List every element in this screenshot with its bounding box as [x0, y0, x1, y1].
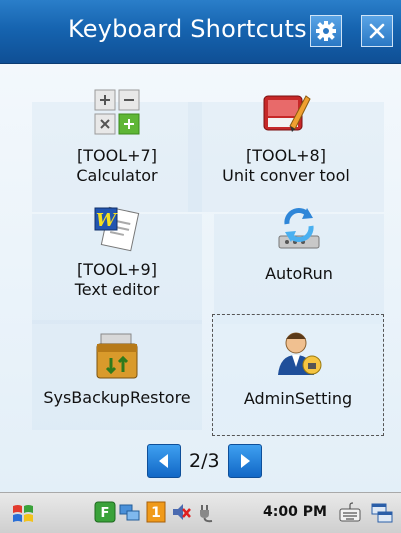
clock[interactable]: 4:00 PM [263, 504, 327, 520]
svg-text:W: W [96, 210, 118, 231]
unit-converter-icon [263, 95, 311, 132]
next-page-button[interactable] [227, 444, 262, 478]
keyboard-icon[interactable] [338, 501, 362, 525]
close-icon [369, 23, 385, 39]
shortcut-name-label: Unit conver tool [222, 166, 350, 185]
backup-restore-icon [96, 333, 138, 379]
one-app-icon[interactable]: 1 [146, 501, 166, 523]
svg-text:F: F [101, 506, 110, 521]
window-title: Keyboard Shortcuts [68, 15, 307, 43]
svg-text:1: 1 [151, 505, 161, 521]
autorun-icon [278, 208, 320, 249]
settings-button[interactable] [310, 15, 342, 47]
gear-icon [316, 21, 336, 41]
windows-start-icon[interactable] [10, 501, 36, 527]
sound-muted-icon[interactable] [170, 501, 192, 523]
shortcut-sys-backup-restore[interactable]: SysBackupRestore [32, 320, 202, 430]
triangle-left-icon [159, 454, 168, 468]
shortcut-name-label: AdminSetting [243, 389, 353, 408]
pager: 2/3 [147, 444, 262, 478]
shortcut-autorun[interactable]: AutoRun [214, 208, 384, 324]
text-editor-icon: W [94, 206, 140, 252]
shortcut-name-label: Text editor [74, 280, 160, 299]
shortcut-key-label: [TOOL+7] [77, 146, 157, 165]
triangle-right-icon [240, 454, 250, 468]
shortcut-name-label: AutoRun [265, 264, 333, 283]
window-switch-icon[interactable] [370, 501, 394, 525]
shortcut-admin-setting[interactable]: AdminSetting [212, 314, 384, 436]
admin-setting-icon [278, 332, 322, 375]
taskbar: F 1 4:00 PM [0, 492, 401, 533]
network-icon[interactable] [118, 501, 142, 523]
shortcut-text-editor[interactable]: W [TOOL+9] Text editor [32, 206, 202, 324]
shortcut-name-label: Calculator [76, 166, 158, 185]
power-plug-icon[interactable] [196, 501, 218, 523]
shortcut-name-label: SysBackupRestore [43, 388, 191, 407]
previous-page-button[interactable] [147, 444, 181, 478]
shortcuts-panel: [TOOL+7] Calculator [TOOL+8] Unit conver… [0, 64, 401, 492]
close-button[interactable] [361, 15, 393, 47]
shortcut-calculator[interactable]: [TOOL+7] Calculator [32, 89, 202, 212]
shortcut-key-label: [TOOL+8] [246, 146, 326, 165]
shortcut-unit-converter[interactable]: [TOOL+8] Unit conver tool [188, 95, 384, 212]
shortcut-key-label: [TOOL+9] [77, 260, 157, 279]
f-app-icon[interactable]: F [94, 501, 116, 523]
page-indicator: 2/3 [189, 450, 220, 472]
calculator-icon [94, 89, 140, 135]
title-bar: Keyboard Shortcuts [0, 0, 401, 64]
